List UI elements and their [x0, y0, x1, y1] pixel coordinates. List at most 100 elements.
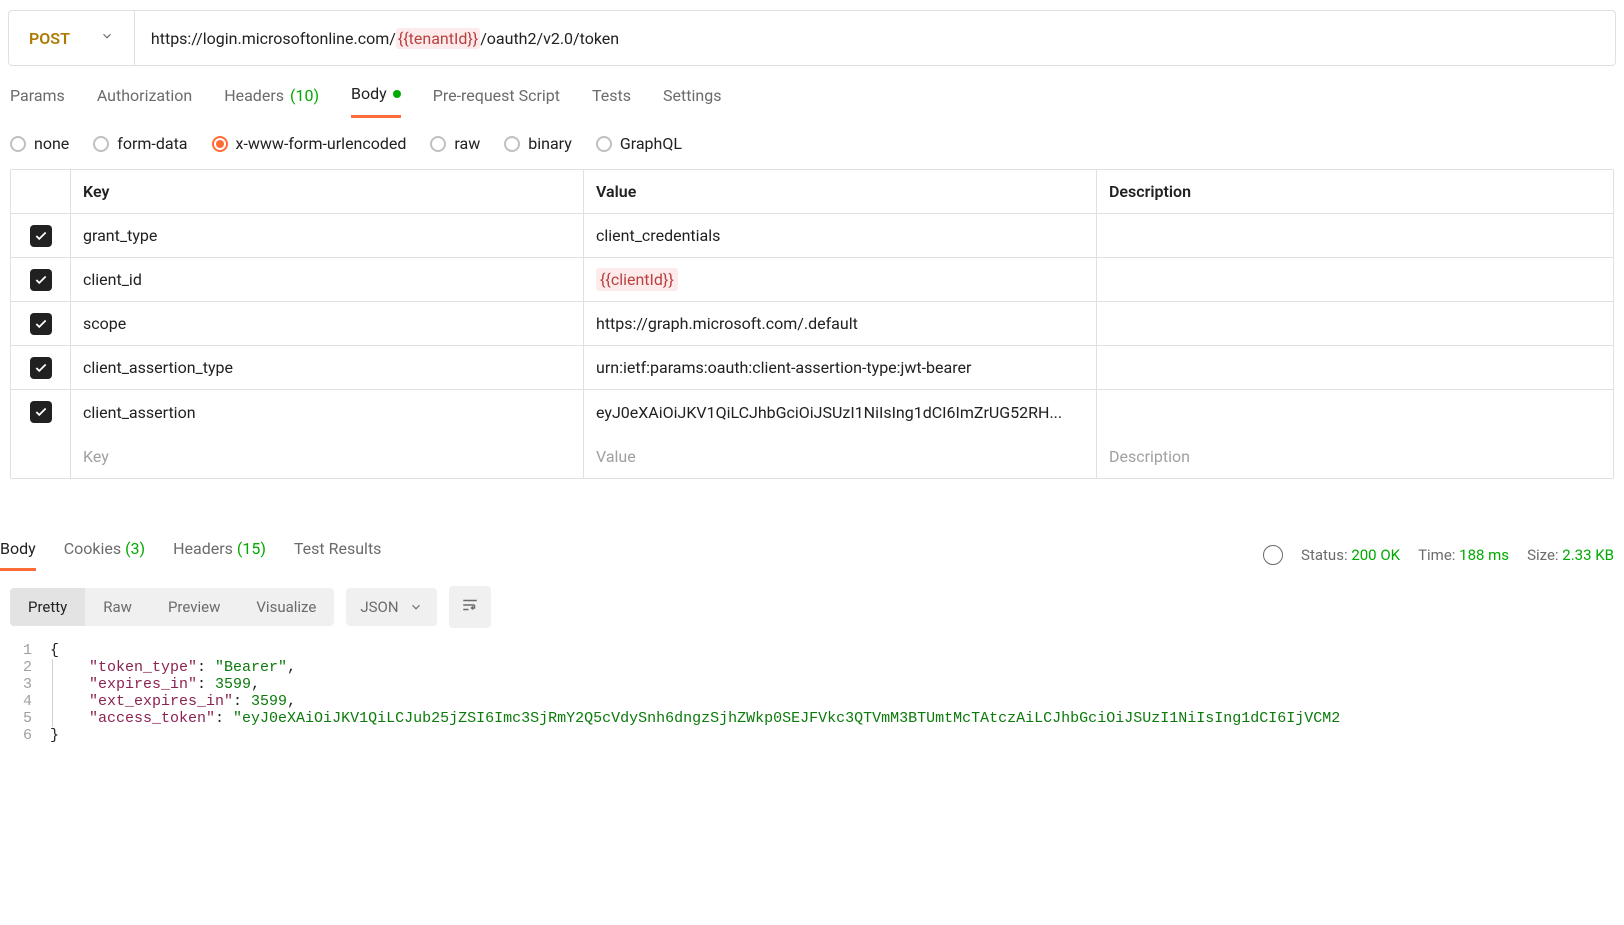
body-type-none[interactable]: none: [10, 134, 69, 153]
http-method-label: POST: [29, 29, 70, 48]
request-tabs: Params Authorization Headers (10) Body P…: [0, 66, 1624, 118]
response-tabs-bar: Body Cookies (3) Headers (15) Test Resul…: [0, 539, 1624, 572]
url-text-suffix: /oauth2/v2.0/token: [480, 29, 619, 48]
row-description-input[interactable]: [1097, 346, 1613, 389]
table-row: client_assertion_typeurn:ietf:params:oau…: [11, 346, 1613, 390]
row-description-input[interactable]: [1097, 302, 1613, 345]
response-meta: Status: 200 OK Time: 188 ms Size: 2.33 K…: [1263, 545, 1624, 565]
body-type-selector: none form-data x-www-form-urlencoded raw…: [0, 118, 1624, 169]
body-type-raw[interactable]: raw: [430, 134, 480, 153]
radio-icon: [93, 136, 109, 152]
row-value-input[interactable]: client_credentials: [584, 214, 1097, 257]
checkbox-checked-icon: [30, 313, 52, 335]
wrap-lines-button[interactable]: [449, 586, 491, 628]
new-value-input[interactable]: Value: [584, 434, 1097, 478]
table-row: client_assertioneyJ0eXAiOiJKV1QiLCJhbGci…: [11, 390, 1613, 434]
checkbox-checked-icon: [30, 401, 52, 423]
time-value: 188 ms: [1459, 546, 1509, 564]
row-checkbox-cell[interactable]: [11, 214, 71, 257]
checkbox-checked-icon: [30, 269, 52, 291]
size-value: 2.33 KB: [1562, 546, 1614, 564]
row-checkbox-cell[interactable]: [11, 258, 71, 301]
row-checkbox-cell[interactable]: [11, 346, 71, 389]
row-key-input[interactable]: client_assertion_type: [71, 346, 584, 389]
url-text-prefix: https://login.microsoftonline.com/: [151, 29, 396, 48]
url-variable-tenantid: {{tenantId}}: [396, 28, 480, 49]
status-label: Status: 200 OK: [1301, 546, 1400, 564]
body-type-form-data[interactable]: form-data: [93, 134, 187, 153]
view-visualize-button[interactable]: Visualize: [238, 588, 334, 626]
body-type-urlencoded[interactable]: x-www-form-urlencoded: [212, 134, 407, 153]
new-description-input[interactable]: Description: [1097, 434, 1613, 478]
chevron-down-icon: [100, 29, 114, 47]
table-row: grant_typeclient_credentials: [11, 214, 1613, 258]
row-value-input[interactable]: eyJ0eXAiOiJKV1QiLCJhbGciOiJSUzI1NiIsIng1…: [584, 390, 1097, 434]
response-toolbar: Pretty Raw Preview Visualize JSON: [0, 572, 1624, 638]
tab-params[interactable]: Params: [10, 84, 65, 118]
row-key-input[interactable]: client_assertion: [71, 390, 584, 434]
response-section: Body Cookies (3) Headers (15) Test Resul…: [0, 539, 1624, 748]
headers-count: (10): [290, 86, 319, 105]
table-row: scopehttps://graph.microsoft.com/.defaul…: [11, 302, 1613, 346]
size-label: Size: 2.33 KB: [1527, 546, 1614, 564]
row-checkbox-cell[interactable]: [11, 302, 71, 345]
header-description: Description: [1097, 170, 1613, 213]
time-label: Time: 188 ms: [1418, 546, 1509, 564]
view-preview-button[interactable]: Preview: [150, 588, 238, 626]
radio-icon: [596, 136, 612, 152]
network-icon[interactable]: [1263, 545, 1283, 565]
tab-body[interactable]: Body: [351, 84, 401, 118]
header-check-cell: [11, 170, 71, 213]
row-value-input[interactable]: {{clientId}}: [584, 258, 1097, 301]
row-description-input[interactable]: [1097, 390, 1613, 434]
tab-settings[interactable]: Settings: [663, 84, 721, 118]
tab-authorization[interactable]: Authorization: [97, 84, 192, 118]
response-tab-headers[interactable]: Headers (15): [173, 539, 266, 571]
request-url-bar: POST https://login.microsoftonline.com/{…: [8, 10, 1616, 66]
view-raw-button[interactable]: Raw: [85, 588, 150, 626]
checkbox-checked-icon: [30, 357, 52, 379]
response-body-code[interactable]: 1{ 2"token_type": "Bearer", 3"expires_in…: [0, 638, 1624, 748]
row-value-input[interactable]: urn:ietf:params:oauth:client-assertion-t…: [584, 346, 1097, 389]
header-key: Key: [71, 170, 584, 213]
table-new-row[interactable]: Key Value Description: [11, 434, 1613, 478]
status-value: 200 OK: [1351, 546, 1400, 564]
value-variable: {{clientId}}: [596, 268, 678, 291]
response-tab-body[interactable]: Body: [0, 539, 36, 571]
body-type-graphql[interactable]: GraphQL: [596, 134, 682, 153]
table-header-row: Key Value Description: [11, 170, 1613, 214]
response-tab-cookies[interactable]: Cookies (3): [64, 539, 145, 571]
request-url-input[interactable]: https://login.microsoftonline.com/{{tena…: [135, 11, 1615, 65]
resp-headers-count: (15): [237, 539, 266, 558]
row-key-input[interactable]: client_id: [71, 258, 584, 301]
wrap-icon: [461, 596, 479, 614]
view-mode-buttons: Pretty Raw Preview Visualize: [10, 588, 334, 626]
radio-icon: [10, 136, 26, 152]
format-select[interactable]: JSON: [346, 588, 436, 626]
row-description-input[interactable]: [1097, 258, 1613, 301]
row-key-input[interactable]: scope: [71, 302, 584, 345]
row-key-input[interactable]: grant_type: [71, 214, 584, 257]
row-description-input[interactable]: [1097, 214, 1613, 257]
response-tab-test-results[interactable]: Test Results: [294, 539, 382, 571]
new-row-check: [11, 434, 71, 478]
body-type-binary[interactable]: binary: [504, 134, 572, 153]
header-value: Value: [584, 170, 1097, 213]
body-params-table: Key Value Description grant_typeclient_c…: [10, 169, 1614, 479]
view-pretty-button[interactable]: Pretty: [10, 588, 85, 626]
tab-pre-request-script[interactable]: Pre-request Script: [433, 84, 560, 118]
row-checkbox-cell[interactable]: [11, 390, 71, 434]
body-modified-indicator-icon: [393, 90, 401, 98]
radio-icon: [430, 136, 446, 152]
table-row: client_id {{clientId}}: [11, 258, 1613, 302]
chevron-down-icon: [409, 600, 423, 614]
new-key-input[interactable]: Key: [71, 434, 584, 478]
http-method-select[interactable]: POST: [9, 11, 135, 65]
cookies-count: (3): [125, 539, 145, 558]
tab-tests[interactable]: Tests: [592, 84, 631, 118]
radio-checked-icon: [212, 136, 228, 152]
tab-headers[interactable]: Headers (10): [224, 84, 319, 118]
row-value-input[interactable]: https://graph.microsoft.com/.default: [584, 302, 1097, 345]
format-label: JSON: [360, 598, 398, 616]
checkbox-checked-icon: [30, 225, 52, 247]
